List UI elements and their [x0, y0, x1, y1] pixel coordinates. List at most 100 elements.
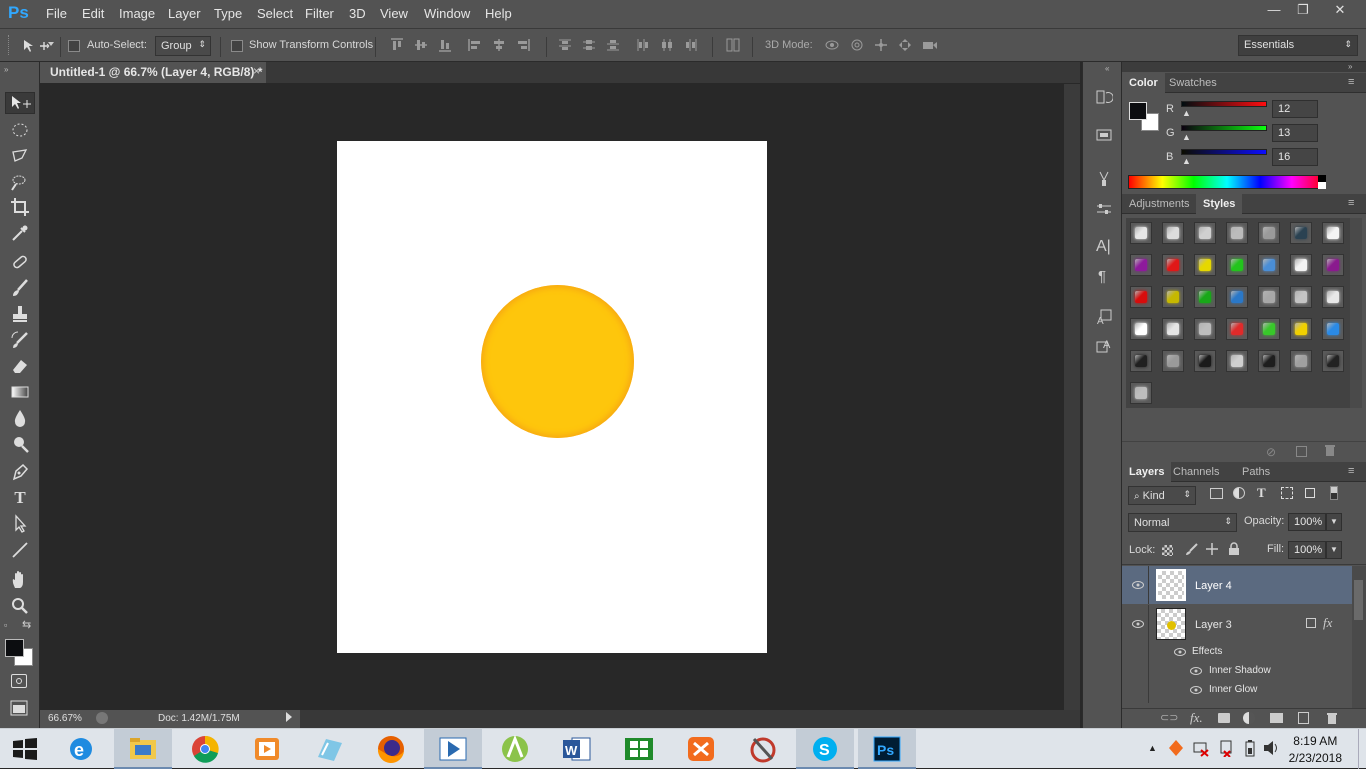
- collapse-icon[interactable]: «: [1105, 64, 1109, 73]
- panel-menu-icon[interactable]: ≡: [1348, 76, 1354, 88]
- opacity-dropdown-icon[interactable]: ▼: [1326, 513, 1342, 531]
- menu-window[interactable]: Window: [424, 6, 470, 21]
- auto-select-checkbox[interactable]: [68, 40, 80, 52]
- b-slider[interactable]: [1181, 149, 1267, 155]
- character-panel-icon[interactable]: A|: [1096, 238, 1111, 256]
- default-colors-icon[interactable]: ▫: [4, 620, 7, 630]
- 3d-orbit-icon[interactable]: [824, 38, 839, 52]
- align-right-icon[interactable]: [516, 38, 530, 52]
- restore-button[interactable]: ❐: [1288, 0, 1318, 20]
- style-swatch[interactable]: [1130, 350, 1152, 372]
- style-swatch[interactable]: [1194, 286, 1216, 308]
- opacity-field[interactable]: 100%: [1288, 513, 1326, 531]
- photoshop-taskbar-icon[interactable]: Ps: [858, 729, 916, 769]
- paragraph-styles-icon[interactable]: A: [1095, 336, 1113, 354]
- style-swatch[interactable]: [1194, 350, 1216, 372]
- style-swatch[interactable]: [1258, 254, 1280, 276]
- align-bottom-icon[interactable]: [438, 38, 452, 52]
- style-swatch[interactable]: [1322, 286, 1344, 308]
- lock-transparency-icon[interactable]: [1162, 545, 1173, 556]
- yellow-circle-shape[interactable]: [481, 285, 634, 438]
- new-layer-icon[interactable]: [1298, 712, 1309, 724]
- taskbar-clock[interactable]: 8:19 AM 2/23/2018: [1289, 733, 1342, 767]
- layer-row-layer-4[interactable]: Layer 4: [1122, 566, 1352, 604]
- internet-explorer-icon[interactable]: e: [52, 729, 110, 769]
- style-swatch[interactable]: [1130, 382, 1152, 404]
- style-swatch[interactable]: [1226, 286, 1248, 308]
- tab-adjustments[interactable]: Adjustments: [1122, 194, 1197, 214]
- style-swatch[interactable]: [1162, 222, 1184, 244]
- style-swatch[interactable]: [1194, 222, 1216, 244]
- style-swatch[interactable]: [1130, 222, 1152, 244]
- effect-inner-shadow[interactable]: Inner Shadow: [1209, 665, 1271, 676]
- google-chrome-icon[interactable]: [176, 729, 234, 769]
- style-swatch[interactable]: [1162, 254, 1184, 276]
- android-studio-icon[interactable]: [486, 729, 544, 769]
- style-swatch[interactable]: [1130, 254, 1152, 276]
- add-mask-icon[interactable]: [1218, 713, 1230, 723]
- distribute-bottom-icon[interactable]: [606, 38, 620, 52]
- style-swatch[interactable]: [1290, 350, 1312, 372]
- lasso-tool[interactable]: [10, 146, 30, 166]
- style-swatch[interactable]: [1162, 318, 1184, 340]
- blend-mode-dropdown[interactable]: Normal ⇕: [1128, 513, 1237, 532]
- zoom-tool[interactable]: [10, 596, 30, 616]
- menu-help[interactable]: Help: [485, 6, 512, 21]
- info-icon[interactable]: [96, 712, 108, 724]
- 3d-slide-icon[interactable]: [898, 38, 912, 52]
- distribute-right-icon[interactable]: [684, 38, 698, 52]
- show-transform-checkbox[interactable]: [231, 40, 243, 52]
- distribute-hcenter-icon[interactable]: [660, 38, 674, 52]
- style-swatch[interactable]: [1322, 222, 1344, 244]
- tab-channels[interactable]: Channels: [1166, 462, 1226, 482]
- zoom-level[interactable]: 66.67%: [48, 713, 82, 724]
- tray-app-icon[interactable]: [1168, 739, 1184, 757]
- style-swatch[interactable]: [1290, 254, 1312, 276]
- style-swatch[interactable]: [1162, 286, 1184, 308]
- menu-3d[interactable]: 3D: [349, 6, 366, 21]
- add-style-icon[interactable]: fx.: [1190, 710, 1203, 726]
- g-slider[interactable]: [1181, 125, 1267, 131]
- layer-row-layer-3[interactable]: Layer 3 fx: [1122, 605, 1352, 643]
- b-value-field[interactable]: 16: [1272, 148, 1318, 166]
- panel-menu-icon[interactable]: ≡: [1348, 465, 1354, 477]
- excel-icon[interactable]: [610, 729, 668, 769]
- tab-swatches[interactable]: Swatches: [1162, 73, 1224, 93]
- style-swatch[interactable]: [1226, 350, 1248, 372]
- style-swatch[interactable]: [1290, 286, 1312, 308]
- blur-tool[interactable]: [10, 408, 30, 428]
- character-styles-icon[interactable]: A: [1095, 308, 1113, 326]
- style-swatch[interactable]: [1194, 318, 1216, 340]
- brush-panel-icon[interactable]: [1095, 170, 1113, 188]
- foreground-color-swatch[interactable]: [1129, 102, 1147, 120]
- tray-chevron-up-icon[interactable]: ▲: [1148, 743, 1157, 753]
- volume-icon[interactable]: [1262, 740, 1280, 756]
- 3d-camera-icon[interactable]: [922, 38, 937, 52]
- snipping-tool-icon[interactable]: [300, 729, 358, 769]
- slider-handle-icon[interactable]: ▲: [1182, 108, 1191, 118]
- style-swatch[interactable]: [1226, 318, 1248, 340]
- media-player-icon[interactable]: [238, 729, 296, 769]
- collapse-icon[interactable]: »: [1348, 62, 1352, 71]
- style-swatch[interactable]: [1162, 350, 1184, 372]
- style-swatch[interactable]: [1322, 350, 1344, 372]
- vertical-scrollbar[interactable]: [1064, 84, 1080, 710]
- distribute-vcenter-icon[interactable]: [582, 38, 596, 52]
- menu-edit[interactable]: Edit: [82, 6, 104, 21]
- align-top-icon[interactable]: [390, 38, 404, 52]
- properties-panel-icon[interactable]: [1095, 126, 1113, 144]
- play-arrow-icon[interactable]: [286, 712, 292, 722]
- fill-field[interactable]: 100%: [1288, 541, 1326, 559]
- tab-paths[interactable]: Paths: [1235, 462, 1277, 482]
- layer-thumbnail[interactable]: [1156, 569, 1186, 601]
- pipe-app-icon[interactable]: [734, 729, 792, 769]
- style-swatch[interactable]: [1226, 254, 1248, 276]
- style-swatch[interactable]: [1258, 222, 1280, 244]
- hand-tool[interactable]: [10, 570, 30, 590]
- linked-style-icon[interactable]: [1306, 618, 1316, 628]
- shape-filter-icon[interactable]: [1281, 487, 1293, 499]
- style-swatch[interactable]: [1258, 318, 1280, 340]
- style-swatch[interactable]: [1290, 318, 1312, 340]
- quick-select-tool[interactable]: [10, 172, 30, 192]
- network-icon[interactable]: [1192, 739, 1210, 757]
